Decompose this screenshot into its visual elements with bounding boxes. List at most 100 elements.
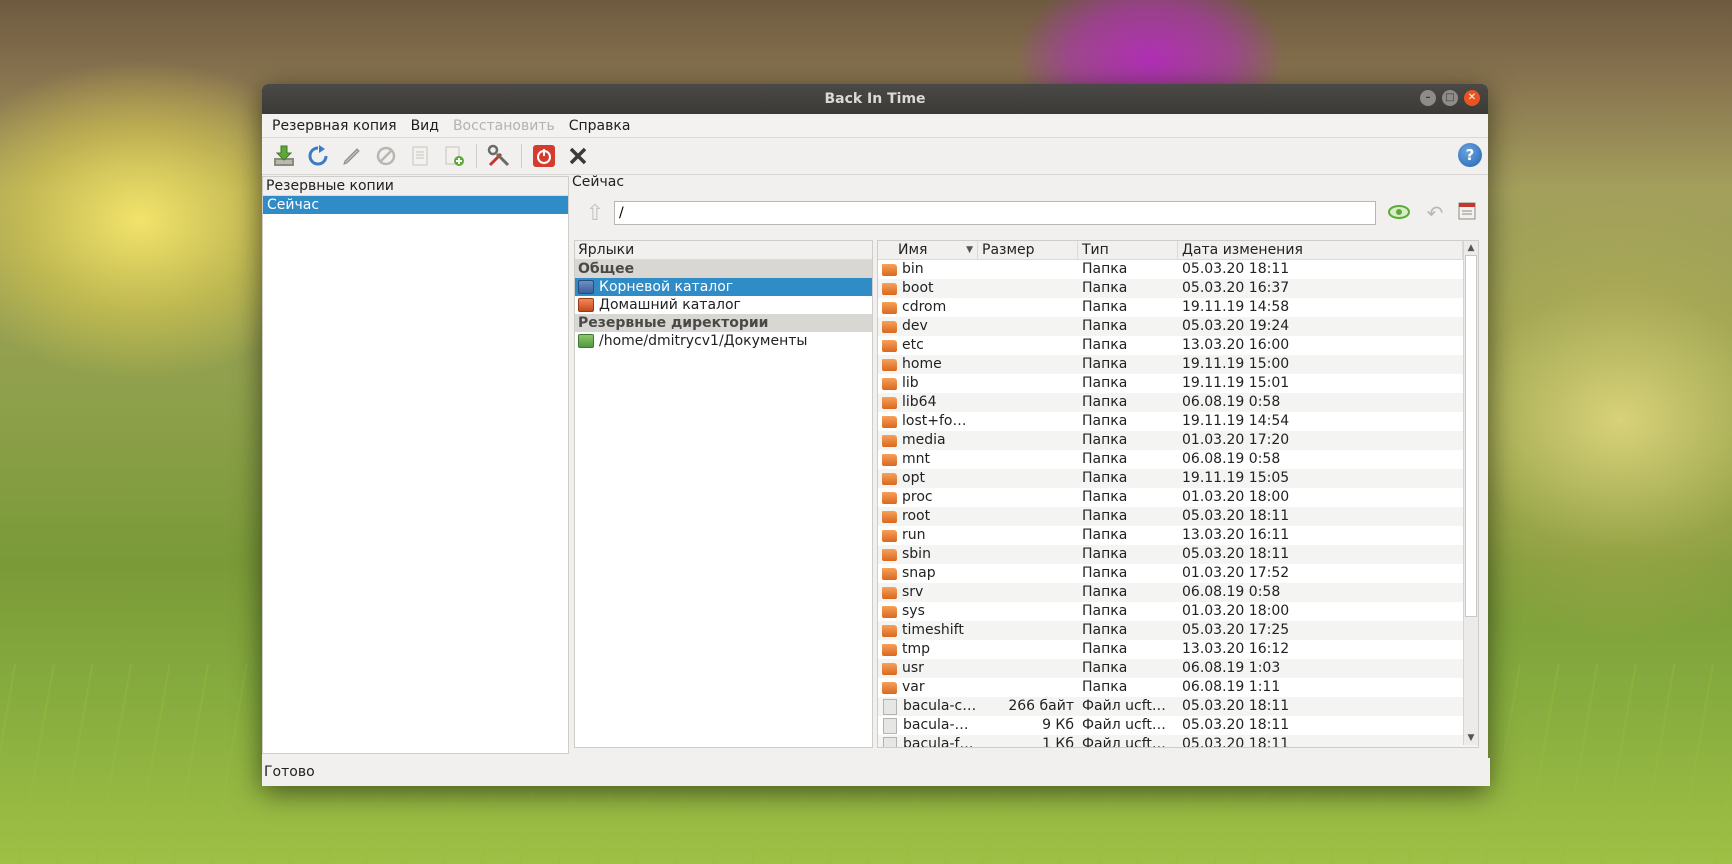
minimize-button[interactable]: – (1420, 90, 1436, 106)
file-name: bacula-f… (903, 736, 974, 748)
file-row[interactable]: timeshift Папка 05.03.20 17:25 (878, 621, 1478, 640)
file-size (978, 317, 1078, 336)
file-name: media (902, 432, 946, 448)
file-row[interactable]: bacula-… 9 Кб Файл ucft… 05.03.20 18:11 (878, 716, 1478, 735)
file-name: bacula-c… (903, 698, 977, 714)
scrollbar-thumb[interactable] (1465, 255, 1477, 617)
remove-snapshot-button[interactable] (372, 142, 400, 170)
file-type: Папка (1082, 603, 1128, 619)
file-type: Файл ucft… (1082, 736, 1166, 748)
settings-button[interactable] (485, 142, 513, 170)
file-name-cell: timeshift (878, 621, 978, 640)
places-item-home[interactable]: Домашний каталог (575, 296, 872, 314)
file-date: 05.03.20 18:11 (1182, 261, 1290, 277)
help-button[interactable]: ? (1458, 143, 1482, 167)
file-row[interactable]: run Папка 13.03.20 16:11 (878, 526, 1478, 545)
file-row[interactable]: boot Папка 05.03.20 16:37 (878, 279, 1478, 298)
file-name-cell: opt (878, 469, 978, 488)
places-item-backup-dir[interactable]: /home/dmitrycv1/Документы (575, 332, 872, 350)
places-item-label: Корневой каталог (599, 279, 734, 295)
column-type[interactable]: Тип (1078, 241, 1178, 259)
places-item-root[interactable]: Корневой каталог (575, 278, 872, 296)
file-row[interactable]: snap Папка 01.03.20 17:52 (878, 564, 1478, 583)
file-row[interactable]: etc Папка 13.03.20 16:00 (878, 336, 1478, 355)
file-row[interactable]: sbin Папка 05.03.20 18:11 (878, 545, 1478, 564)
file-row[interactable]: root Папка 05.03.20 18:11 (878, 507, 1478, 526)
menu-backup[interactable]: Резервная копия (272, 118, 397, 134)
file-row[interactable]: media Папка 01.03.20 17:20 (878, 431, 1478, 450)
column-size[interactable]: Размер (978, 241, 1078, 259)
column-date[interactable]: Дата изменения (1178, 241, 1463, 259)
file-row[interactable]: lib Папка 19.11.19 15:01 (878, 374, 1478, 393)
file-date: 06.08.19 1:11 (1182, 679, 1281, 695)
scroll-up-icon[interactable]: ▲ (1464, 241, 1478, 255)
file-row[interactable]: mnt Папка 06.08.19 0:58 (878, 450, 1478, 469)
file-type: Папка (1082, 679, 1128, 695)
column-name[interactable]: Имя ▼ (878, 241, 978, 259)
file-row[interactable]: bacula-c… 266 байт Файл ucft… 05.03.20 18:1… (878, 697, 1478, 716)
file-size (978, 412, 1078, 431)
monitor-icon (578, 280, 594, 294)
show-hidden-button[interactable] (1386, 203, 1412, 224)
vertical-scrollbar[interactable]: ▲ ▼ (1463, 241, 1478, 745)
view-log-button[interactable] (406, 142, 434, 170)
file-row[interactable]: bacula-f… 1 Кб Файл ucft… 05.03.20 18:11 (878, 735, 1478, 748)
file-name: proc (902, 489, 933, 505)
file-row[interactable]: opt Папка 19.11.19 15:05 (878, 469, 1478, 488)
file-row[interactable]: usr Папка 06.08.19 1:03 (878, 659, 1478, 678)
scroll-down-icon[interactable]: ▼ (1464, 731, 1478, 745)
file-row[interactable]: bin Папка 05.03.20 18:11 (878, 260, 1478, 279)
file-row[interactable]: lost+fo… Папка 19.11.19 14:54 (878, 412, 1478, 431)
file-name: lost+fo… (902, 413, 967, 429)
folder-icon (882, 567, 897, 580)
refresh-button[interactable] (304, 142, 332, 170)
file-row[interactable]: proc Папка 01.03.20 18:00 (878, 488, 1478, 507)
file-row[interactable]: home Папка 19.11.19 15:00 (878, 355, 1478, 374)
file-row[interactable]: tmp Папка 13.03.20 16:12 (878, 640, 1478, 659)
snapshot-item-now[interactable]: Сейчас (263, 196, 568, 214)
close-button[interactable]: ✕ (1464, 90, 1480, 106)
file-name-cell: usr (878, 659, 978, 678)
file-type: Файл ucft… (1082, 698, 1166, 714)
take-snapshot-button[interactable] (270, 142, 298, 170)
files-panel: Имя ▼ Размер Тип Дата изменения bin Папка 0… (877, 240, 1479, 748)
file-type: Папка (1082, 261, 1128, 277)
file-size (978, 355, 1078, 374)
file-row[interactable]: sys Папка 01.03.20 18:00 (878, 602, 1478, 621)
app-window: Back In Time – □ ✕ Резервная копия Вид В… (262, 84, 1490, 786)
file-size: 9 Кб (1042, 717, 1074, 733)
file-size (978, 450, 1078, 469)
path-input[interactable] (614, 201, 1376, 225)
maximize-button[interactable]: □ (1442, 90, 1458, 106)
menu-view[interactable]: Вид (411, 118, 439, 134)
exit-button[interactable] (564, 142, 592, 170)
file-name-cell: srv (878, 583, 978, 602)
file-row[interactable]: lib64 Папка 06.08.19 0:58 (878, 393, 1478, 412)
snapshots-dialog-button[interactable] (1454, 201, 1480, 226)
file-type: Папка (1082, 337, 1128, 353)
menu-help[interactable]: Справка (569, 118, 631, 134)
file-row[interactable]: dev Папка 05.03.20 19:24 (878, 317, 1478, 336)
file-type: Папка (1082, 299, 1128, 315)
file-row[interactable]: var Папка 06.08.19 1:11 (878, 678, 1478, 697)
file-name-cell: etc (878, 336, 978, 355)
file-size (978, 640, 1078, 659)
file-row[interactable]: srv Папка 06.08.19 0:58 (878, 583, 1478, 602)
edit-name-button[interactable] (338, 142, 366, 170)
file-type: Папка (1082, 641, 1128, 657)
file-name-cell: run (878, 526, 978, 545)
file-name: tmp (902, 641, 931, 657)
shutdown-button[interactable] (530, 142, 558, 170)
file-date: 19.11.19 15:01 (1182, 375, 1290, 391)
folder-up-button[interactable]: ⇧ (580, 201, 610, 226)
folder-icon (882, 681, 897, 694)
file-size (978, 336, 1078, 355)
sort-down-icon: ▼ (966, 245, 973, 255)
view-last-log-button[interactable] (440, 142, 468, 170)
file-date: 05.03.20 18:11 (1182, 546, 1290, 562)
file-date: 05.03.20 18:11 (1182, 508, 1290, 524)
file-name: cdrom (902, 299, 947, 315)
file-row[interactable]: cdrom Папка 19.11.19 14:58 (878, 298, 1478, 317)
file-name: home (902, 356, 942, 372)
title-bar[interactable]: Back In Time – □ ✕ (262, 84, 1488, 114)
